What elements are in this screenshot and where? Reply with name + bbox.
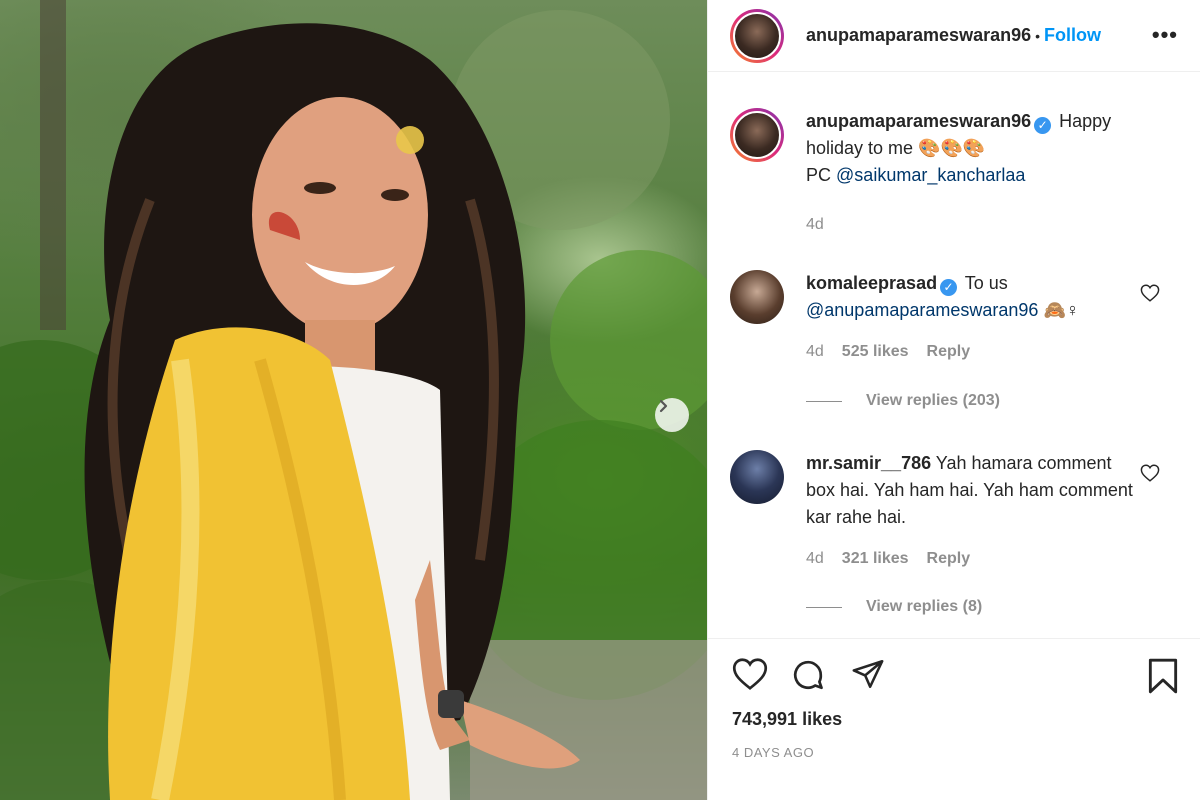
comment-icon[interactable] [790, 657, 826, 693]
comment-text: To us [964, 273, 1008, 293]
post-side-panel: anupamaparameswaran96 • Follow ••• anupa… [707, 0, 1200, 800]
post-likes-count[interactable]: 743,991 likes [732, 709, 842, 730]
reply-button[interactable]: Reply [927, 550, 971, 568]
comment-username[interactable]: mr.samir__786 [806, 453, 931, 473]
author-avatar[interactable] [730, 8, 784, 63]
post-timestamp[interactable]: 4 DAYS AGO [732, 745, 814, 760]
comment-meta: 4d 321 likes Reply [806, 550, 970, 568]
post-header: anupamaparameswaran96 • Follow ••• [708, 0, 1200, 72]
post-photo[interactable] [0, 0, 707, 800]
separator-dot: • [1035, 27, 1041, 44]
more-options-icon[interactable]: ••• [1152, 22, 1178, 48]
comment-body: komaleeprasad ✓ To us @anupamaparameswara… [806, 270, 1138, 324]
comment-meta: 4d 525 likes Reply [806, 343, 970, 361]
share-icon[interactable] [850, 657, 886, 691]
verified-icon: ✓ [940, 279, 958, 296]
author-username[interactable]: anupamaparameswaran96 [806, 25, 1031, 46]
heart-icon[interactable] [732, 657, 768, 691]
like-comment-heart-icon[interactable] [1140, 464, 1160, 482]
caption-avatar[interactable] [730, 108, 784, 162]
bookmark-icon[interactable] [1146, 657, 1180, 695]
view-replies-button[interactable]: View replies (8) [806, 598, 982, 616]
caption-mention[interactable]: @saikumar_kancharlaa [836, 165, 1025, 185]
comment-time[interactable]: 4d [806, 550, 824, 568]
comment-mention[interactable]: @anupamaparameswaran96 [806, 300, 1038, 320]
caption-username[interactable]: anupamaparameswaran96 [806, 111, 1031, 131]
commenter-avatar[interactable] [730, 450, 784, 504]
reply-button[interactable]: Reply [927, 343, 971, 361]
caption-body: anupamaparameswaran96 ✓ Happy holiday to … [806, 108, 1138, 189]
next-photo-button[interactable] [655, 398, 689, 432]
caption-time[interactable]: 4d [806, 216, 824, 234]
comment-emoji: 🙈♀ [1043, 300, 1080, 320]
chevron-right-icon [659, 399, 668, 413]
caption-pc: PC [806, 165, 832, 185]
comments-list[interactable]: anupamaparameswaran96 ✓ Happy holiday to … [708, 73, 1200, 638]
like-comment-heart-icon[interactable] [1140, 284, 1160, 302]
photo-illustration [0, 0, 707, 800]
replies-divider [806, 400, 842, 402]
view-replies-label: View replies (203) [866, 392, 1000, 409]
post-actions: 743,991 likes 4 DAYS AGO [708, 638, 1200, 800]
comment-time[interactable]: 4d [806, 343, 824, 361]
comment-likes[interactable]: 321 likes [842, 550, 909, 568]
replies-divider [806, 606, 842, 608]
verified-icon: ✓ [1034, 117, 1052, 134]
view-replies-button[interactable]: View replies (203) [806, 392, 1000, 410]
caption-meta: 4d [806, 216, 824, 234]
comment-body: mr.samir__786 Yah hamara comment box hai… [806, 450, 1138, 531]
comment-likes[interactable]: 525 likes [842, 343, 909, 361]
comment-username[interactable]: komaleeprasad [806, 273, 937, 293]
commenter-avatar[interactable] [730, 270, 784, 324]
follow-button[interactable]: Follow [1044, 25, 1101, 46]
view-replies-label: View replies (8) [866, 598, 983, 615]
